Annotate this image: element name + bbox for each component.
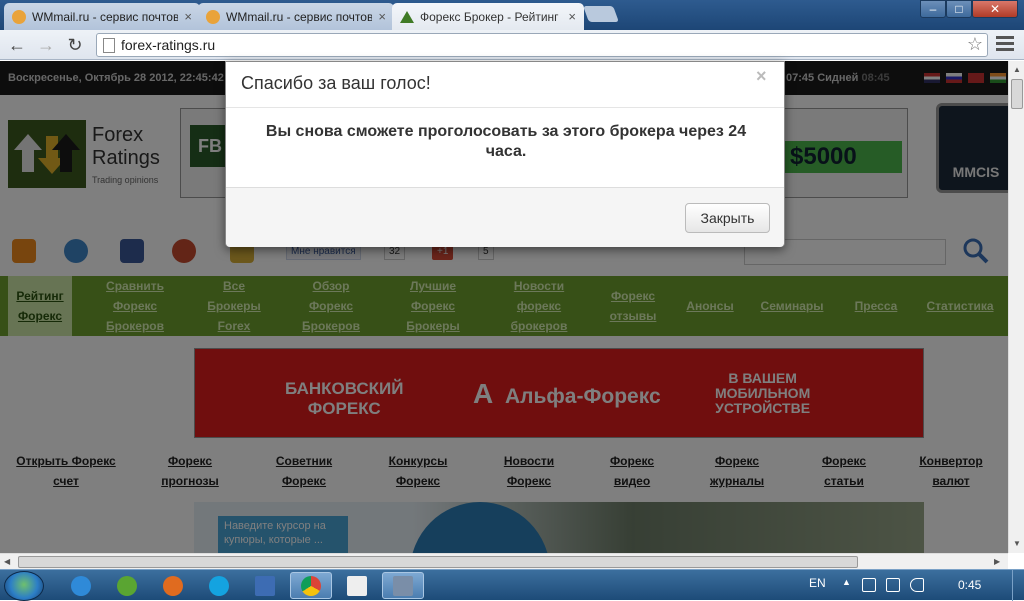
browser-tabstrip: WMmail.ru - сервис почтовых рассылок × W… <box>0 0 1024 30</box>
language-indicator[interactable]: EN <box>809 576 826 590</box>
vertical-scrollbar[interactable]: ▲ ▼ <box>1008 61 1024 553</box>
taskbar-skype[interactable] <box>198 572 240 599</box>
tab-forex-broker[interactable]: Форекс Брокер - Рейтинг × <box>392 3 584 30</box>
firefox-icon <box>163 575 183 596</box>
new-tab-button[interactable] <box>583 6 619 22</box>
skype-icon <box>209 575 229 596</box>
chrome-menu-button[interactable] <box>996 36 1014 52</box>
tab-close-icon[interactable]: × <box>378 9 386 24</box>
show-desktop-button[interactable] <box>1012 570 1024 601</box>
address-bar[interactable]: ☆ <box>96 33 988 57</box>
network-computer-icon <box>393 575 413 596</box>
horizontal-scrollbar[interactable]: ◀ ▶ <box>0 553 1008 569</box>
taskbar-ie[interactable] <box>60 572 102 599</box>
modal-footer: Закрыть <box>226 187 784 247</box>
minimize-button[interactable]: – <box>920 0 946 18</box>
tab-title: WMmail.ru - сервис почтовых рассылок <box>226 9 373 24</box>
back-button[interactable]: ← <box>6 34 28 56</box>
modal-body-text: Вы снова сможете проголосовать за этого … <box>265 123 747 160</box>
scroll-left-arrow-icon[interactable]: ◀ <box>4 557 10 566</box>
taskbar-chrome[interactable] <box>290 572 332 599</box>
tab-wmmail-2[interactable]: WMmail.ru - сервис почтовых рассылок × <box>198 3 394 30</box>
scroll-down-arrow-icon[interactable]: ▼ <box>1013 539 1021 548</box>
modal-close-button[interactable]: Закрыть <box>685 203 770 233</box>
page-icon <box>103 38 115 53</box>
forward-button[interactable]: → <box>35 34 57 56</box>
vertical-scroll-thumb[interactable] <box>1011 79 1023 109</box>
internet-explorer-icon <box>71 575 91 596</box>
wmmail-favicon-icon <box>206 9 220 24</box>
modal-title: Спасибо за ваш голос! <box>241 73 431 93</box>
modal-header: Спасибо за ваш голос! × <box>226 62 784 108</box>
maximize-button[interactable]: □ <box>946 0 972 18</box>
modal-close-icon[interactable]: × <box>756 66 767 87</box>
tray-expand-icon[interactable]: ▲ <box>842 577 851 587</box>
utorrent-icon <box>117 575 137 596</box>
tab-wmmail-1[interactable]: WMmail.ru - сервис почтовых рассылок × <box>4 3 200 30</box>
volume-icon[interactable] <box>910 578 924 592</box>
tray-device-icon[interactable] <box>886 578 900 592</box>
windows-taskbar: EN ▲ 0:45 <box>0 569 1024 601</box>
tab-title: Форекс Брокер - Рейтинг <box>420 9 559 24</box>
taskbar-network-app[interactable] <box>382 572 424 599</box>
taskbar-save[interactable] <box>244 572 286 599</box>
address-input[interactable] <box>121 36 951 54</box>
start-button[interactable] <box>4 571 44 601</box>
scroll-right-arrow-icon[interactable]: ▶ <box>994 557 1000 566</box>
horizontal-scroll-thumb[interactable] <box>18 556 858 568</box>
chrome-icon <box>301 575 321 596</box>
word-document-icon <box>347 575 367 596</box>
tab-close-icon[interactable]: × <box>568 9 576 24</box>
tray-network-icon[interactable] <box>862 578 876 592</box>
taskbar-clock[interactable]: 0:45 <box>958 578 981 592</box>
tab-title: WMmail.ru - сервис почтовых рассылок <box>32 9 179 24</box>
close-window-button[interactable]: ✕ <box>972 0 1018 18</box>
wmmail-favicon-icon <box>12 9 26 24</box>
bookmark-star-icon[interactable]: ☆ <box>967 34 983 55</box>
floppy-disk-icon <box>255 575 275 596</box>
taskbar-utorrent[interactable] <box>106 572 148 599</box>
vote-thanks-modal: Спасибо за ваш голос! × Вы снова сможете… <box>225 61 785 247</box>
browser-toolbar: ← → ↻ ☆ <box>0 30 1024 60</box>
taskbar-firefox[interactable] <box>152 572 194 599</box>
tab-close-icon[interactable]: × <box>184 9 192 24</box>
reload-button[interactable]: ↻ <box>64 34 86 56</box>
taskbar-word[interactable] <box>336 572 378 599</box>
forex-favicon-icon <box>400 10 414 23</box>
scroll-up-arrow-icon[interactable]: ▲ <box>1013 65 1021 74</box>
